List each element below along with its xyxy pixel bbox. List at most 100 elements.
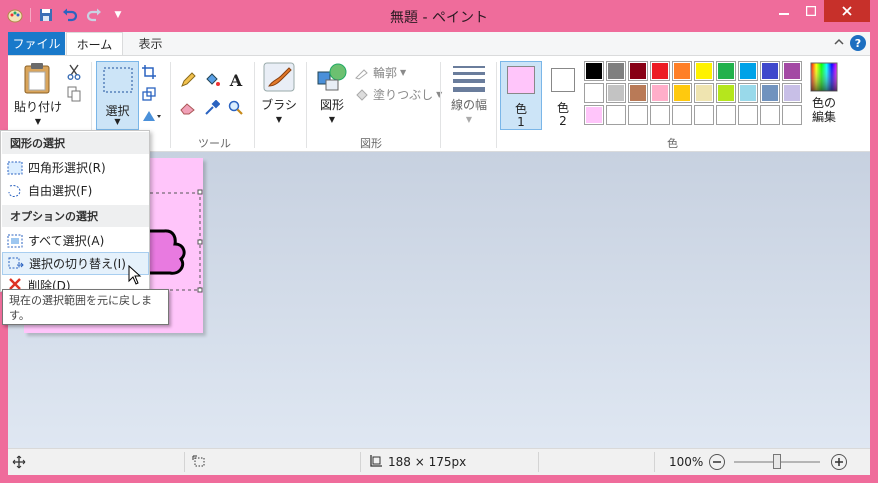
paste-dropdown-icon: ▼ (34, 117, 42, 126)
paste-button[interactable]: 貼り付け ▼ (14, 62, 62, 126)
magnifier-icon[interactable] (226, 98, 246, 118)
fill-label: 塗りつぶし (373, 88, 434, 102)
palette-swatch-color (586, 85, 602, 101)
palette-swatch[interactable] (694, 61, 714, 81)
palette-swatch[interactable] (584, 83, 604, 103)
palette-swatch[interactable] (694, 83, 714, 103)
resize-icon[interactable] (139, 84, 159, 104)
crop-icon[interactable] (139, 62, 159, 82)
palette-swatch[interactable] (738, 83, 758, 103)
fill-dropdown[interactable]: 塗りつぶし ▼ (354, 86, 442, 103)
tab-file[interactable]: ファイル (8, 32, 65, 55)
invert-select-item[interactable]: 選択の切り替え(I) (2, 252, 149, 275)
mouse-cursor-icon (128, 265, 142, 285)
color1-swatch (507, 66, 535, 94)
tools-group-label: ツール (198, 137, 231, 150)
select-dropdown-icon: ▼ (114, 117, 121, 126)
palette-swatch[interactable] (606, 105, 626, 125)
pencil-icon[interactable] (178, 70, 198, 90)
palette-swatch[interactable] (694, 105, 714, 125)
image-size-icon (368, 455, 382, 472)
shapes-button[interactable]: 図形 ▼ (313, 62, 351, 124)
tab-home[interactable]: ホーム (66, 32, 123, 56)
palette-swatch-color (762, 107, 778, 123)
palette-swatch[interactable] (672, 83, 692, 103)
palette-swatch-color (696, 85, 712, 101)
palette-swatch[interactable] (760, 83, 780, 103)
color2-button[interactable]: 色 2 (546, 61, 580, 130)
zoom-slider-thumb[interactable] (773, 454, 781, 469)
close-button[interactable] (824, 0, 870, 22)
rotate-icon[interactable] (139, 106, 165, 126)
image-size-text: 188 × 175px (388, 455, 467, 469)
collapse-ribbon-icon[interactable] (834, 35, 844, 49)
window-title: 無題 - ペイント (390, 10, 488, 26)
eraser-icon[interactable] (178, 98, 198, 118)
palette-swatch[interactable] (716, 105, 736, 125)
palette-swatch[interactable] (738, 105, 758, 125)
ribbon-tabs: ファイル ホーム 表示 ? (8, 32, 870, 56)
palette-swatch[interactable] (584, 61, 604, 81)
edit-colors-button[interactable]: 色の 編集 (806, 62, 842, 124)
palette-swatch-color (740, 63, 756, 79)
colors-group-label: 色 (667, 137, 678, 150)
size-dropdown-icon: ▼ (465, 115, 473, 124)
palette-swatch[interactable] (738, 61, 758, 81)
zoom-in-button[interactable] (831, 454, 847, 470)
cut-icon[interactable] (64, 62, 84, 82)
color2-number: 2 (559, 114, 567, 128)
fill-bucket-icon[interactable] (202, 70, 222, 90)
palette-swatch[interactable] (628, 83, 648, 103)
palette-swatch[interactable] (782, 105, 802, 125)
brush-icon (263, 62, 295, 92)
palette-swatch[interactable] (672, 61, 692, 81)
tooltip: 現在の選択範囲を元に戻します。 (2, 289, 169, 325)
text-tool-icon[interactable]: A (226, 70, 246, 90)
status-separator (184, 452, 185, 472)
select-all-label: すべて選択(A) (28, 234, 105, 248)
select-all-item[interactable]: すべて選択(A) (2, 229, 149, 252)
palette-swatch[interactable] (672, 105, 692, 125)
brushes-button[interactable]: ブラシ ▼ (259, 62, 299, 124)
rect-select-item[interactable]: 四角形選択(R) (2, 156, 149, 179)
palette-swatch[interactable] (606, 61, 626, 81)
palette-swatch[interactable] (782, 83, 802, 103)
outline-dropdown-icon: ▼ (400, 68, 407, 77)
palette-swatch[interactable] (650, 83, 670, 103)
palette-swatch[interactable] (716, 61, 736, 81)
color1-number: 1 (517, 115, 525, 129)
palette-swatch-color (696, 63, 712, 79)
minimize-button[interactable] (770, 0, 797, 22)
edit-colors-icon (810, 62, 838, 92)
palette-swatch[interactable] (650, 61, 670, 81)
palette-swatch-color (652, 63, 668, 79)
palette-swatch[interactable] (628, 105, 648, 125)
fill-icon (356, 88, 368, 101)
select-all-icon (2, 234, 28, 248)
color-picker-icon[interactable] (202, 98, 222, 118)
select-button[interactable]: 選択 ▼ (96, 61, 139, 130)
maximize-button[interactable] (797, 0, 824, 22)
help-icon[interactable]: ? (850, 35, 866, 51)
zoom-out-button[interactable] (709, 454, 725, 470)
palette-swatch[interactable] (782, 61, 802, 81)
tab-view[interactable]: 表示 (123, 32, 178, 55)
rect-select-label: 四角形選択(R) (28, 161, 106, 175)
palette-swatch[interactable] (760, 105, 780, 125)
outline-dropdown[interactable]: 輪郭 ▼ (354, 64, 406, 81)
palette-swatch[interactable] (628, 61, 648, 81)
title-bar: ▼ 無題 - ペイント (0, 0, 878, 32)
palette-swatch[interactable] (650, 105, 670, 125)
palette-swatch[interactable] (606, 83, 626, 103)
palette-swatch-color (784, 107, 800, 123)
size-button[interactable]: 線の幅 ▼ (446, 64, 492, 124)
status-bar: 188 × 175px 100% (8, 448, 870, 475)
palette-swatch[interactable] (584, 105, 604, 125)
free-select-item[interactable]: 自由選択(F) (2, 179, 149, 202)
zoom-percent: 100% (669, 455, 704, 469)
palette-swatch[interactable] (716, 83, 736, 103)
color1-button[interactable]: 色 1 (500, 61, 542, 130)
copy-icon[interactable] (64, 84, 84, 104)
palette-swatch[interactable] (760, 61, 780, 81)
cursor-position-icon (12, 455, 26, 472)
